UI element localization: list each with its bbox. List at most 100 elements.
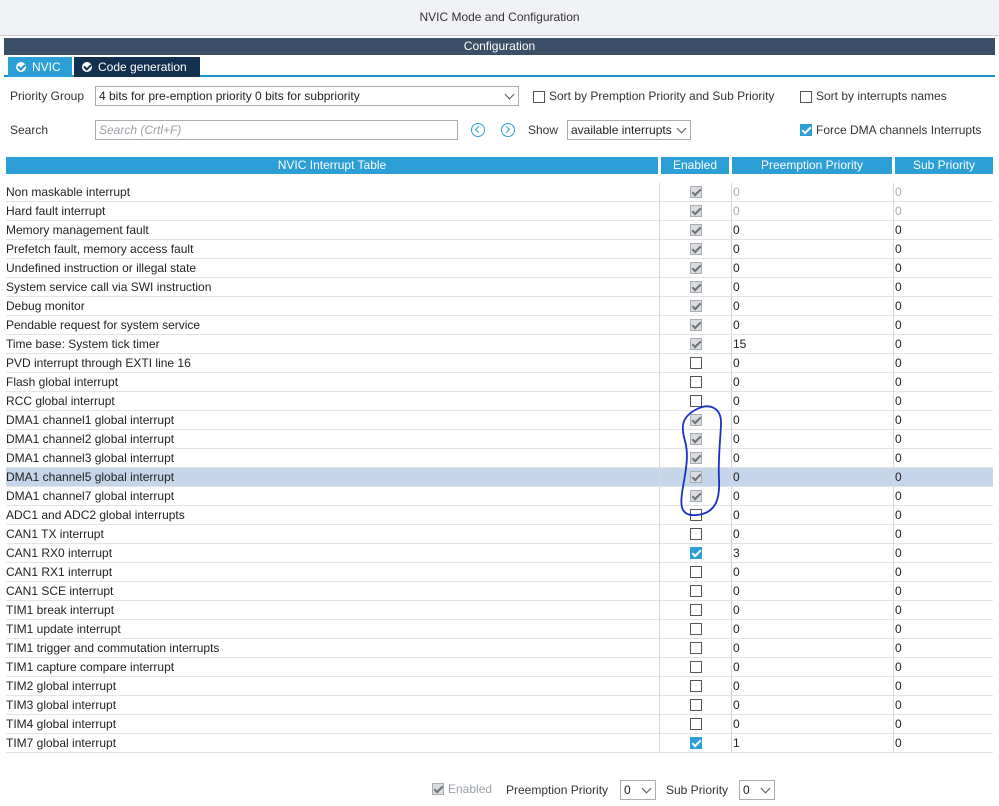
table-row[interactable]: Non maskable interrupt 0 0 — [6, 183, 993, 202]
preemption-priority-cell[interactable]: 0 — [731, 316, 893, 335]
sub-priority-cell[interactable]: 0 — [893, 677, 993, 696]
sub-priority-cell[interactable]: 0 — [893, 354, 993, 373]
enabled-checkbox[interactable] — [690, 566, 702, 578]
sub-priority-cell[interactable]: 0 — [893, 221, 993, 240]
sub-priority-cell[interactable]: 0 — [893, 696, 993, 715]
force-dma-checkbox[interactable] — [800, 124, 812, 136]
table-row[interactable]: TIM1 break interrupt 0 0 — [6, 601, 993, 620]
sort-preemption-checkbox[interactable] — [533, 91, 545, 103]
table-row[interactable]: CAN1 RX1 interrupt 0 0 — [6, 563, 993, 582]
column-header-sub-priority[interactable]: Sub Priority — [895, 157, 993, 174]
preemption-priority-cell[interactable]: 0 — [731, 677, 893, 696]
sub-priority-cell[interactable]: 0 — [893, 392, 993, 411]
table-row[interactable]: TIM4 global interrupt 0 0 — [6, 715, 993, 734]
enabled-checkbox[interactable] — [690, 547, 702, 559]
table-row[interactable]: PVD interrupt through EXTI line 16 0 0 — [6, 354, 993, 373]
column-header-enabled[interactable]: Enabled — [661, 157, 729, 174]
table-row[interactable]: DMA1 channel3 global interrupt 0 0 — [6, 449, 993, 468]
sub-priority-cell[interactable]: 0 — [893, 525, 993, 544]
enabled-checkbox[interactable] — [690, 661, 702, 673]
table-row[interactable]: Undefined instruction or illegal state 0 0 — [6, 259, 993, 278]
enabled-checkbox[interactable] — [690, 395, 702, 407]
preemption-priority-cell[interactable]: 0 — [731, 506, 893, 525]
preemption-priority-cell[interactable]: 0 — [731, 468, 893, 487]
sub-priority-cell[interactable]: 0 — [893, 373, 993, 392]
preemption-priority-cell[interactable]: 3 — [731, 544, 893, 563]
table-row[interactable]: CAN1 RX0 interrupt 3 0 — [6, 544, 993, 563]
preemption-priority-cell[interactable]: 0 — [731, 202, 893, 221]
table-row[interactable]: CAN1 TX interrupt 0 0 — [6, 525, 993, 544]
table-row[interactable]: CAN1 SCE interrupt 0 0 — [6, 582, 993, 601]
enabled-checkbox[interactable] — [690, 737, 702, 749]
enabled-checkbox[interactable] — [432, 783, 444, 795]
enabled-checkbox[interactable] — [690, 376, 702, 388]
table-row[interactable]: DMA1 channel2 global interrupt 0 0 — [6, 430, 993, 449]
sub-priority-cell[interactable]: 0 — [893, 468, 993, 487]
sub-priority-cell[interactable]: 0 — [893, 202, 993, 221]
preemption-priority-cell[interactable]: 0 — [731, 620, 893, 639]
preemption-priority-cell[interactable]: 0 — [731, 658, 893, 677]
table-row[interactable]: TIM1 update interrupt 0 0 — [6, 620, 993, 639]
enabled-checkbox[interactable] — [690, 718, 702, 730]
sub-priority-cell[interactable]: 0 — [893, 240, 993, 259]
table-row[interactable]: Prefetch fault, memory access fault 0 0 — [6, 240, 993, 259]
enabled-checkbox[interactable] — [690, 699, 702, 711]
sub-priority-cell[interactable]: 0 — [893, 449, 993, 468]
enabled-checkbox[interactable] — [690, 680, 702, 692]
enabled-checkbox[interactable] — [690, 585, 702, 597]
preemption-priority-cell[interactable]: 0 — [731, 487, 893, 506]
sub-priority-cell[interactable]: 0 — [893, 658, 993, 677]
column-header-preemption[interactable]: Preemption Priority — [732, 157, 892, 174]
preemption-priority-cell[interactable]: 15 — [731, 335, 893, 354]
sub-priority-cell[interactable]: 0 — [893, 544, 993, 563]
table-row[interactable]: TIM1 trigger and commutation interrupts 0… — [6, 639, 993, 658]
preemption-priority-cell[interactable]: 0 — [731, 297, 893, 316]
preemption-priority-cell[interactable]: 0 — [731, 183, 893, 202]
sub-priority-cell[interactable]: 0 — [893, 620, 993, 639]
priority-group-select[interactable]: 4 bits for pre-emption priority 0 bits f… — [95, 86, 519, 106]
table-row[interactable]: DMA1 channel5 global interrupt 0 0 — [6, 468, 993, 487]
table-row[interactable]: TIM1 capture compare interrupt 0 0 — [6, 658, 993, 677]
sub-priority-cell[interactable]: 0 — [893, 259, 993, 278]
preemption-priority-cell[interactable]: 0 — [731, 563, 893, 582]
sub-priority-cell[interactable]: 0 — [893, 335, 993, 354]
sub-priority-select[interactable]: 0 — [739, 780, 775, 800]
preemption-priority-select[interactable]: 0 — [620, 780, 656, 800]
preemption-priority-cell[interactable]: 0 — [731, 392, 893, 411]
preemption-priority-cell[interactable]: 0 — [731, 221, 893, 240]
enabled-checkbox[interactable] — [690, 357, 702, 369]
preemption-priority-cell[interactable]: 0 — [731, 696, 893, 715]
table-row[interactable]: Debug monitor 0 0 — [6, 297, 993, 316]
table-row[interactable]: Memory management fault 0 0 — [6, 221, 993, 240]
sub-priority-cell[interactable]: 0 — [893, 487, 993, 506]
table-row[interactable]: System service call via SWI instruction 0… — [6, 278, 993, 297]
table-row[interactable]: TIM3 global interrupt 0 0 — [6, 696, 993, 715]
sub-priority-cell[interactable]: 0 — [893, 582, 993, 601]
sub-priority-cell[interactable]: 0 — [893, 411, 993, 430]
sub-priority-cell[interactable]: 0 — [893, 601, 993, 620]
enabled-checkbox[interactable] — [690, 509, 702, 521]
show-select[interactable]: available interrupts — [567, 120, 691, 140]
table-row[interactable]: TIM2 global interrupt 0 0 — [6, 677, 993, 696]
sort-names-checkbox[interactable] — [800, 91, 812, 103]
sub-priority-cell[interactable]: 0 — [893, 430, 993, 449]
table-row[interactable]: Hard fault interrupt 0 0 — [6, 202, 993, 221]
search-next-icon[interactable] — [501, 123, 515, 137]
sub-priority-cell[interactable]: 0 — [893, 183, 993, 202]
table-row[interactable]: DMA1 channel7 global interrupt 0 0 — [6, 487, 993, 506]
sub-priority-cell[interactable]: 0 — [893, 639, 993, 658]
preemption-priority-cell[interactable]: 0 — [731, 278, 893, 297]
enabled-checkbox[interactable] — [690, 604, 702, 616]
table-row[interactable]: Pendable request for system service 0 0 — [6, 316, 993, 335]
preemption-priority-cell[interactable]: 0 — [731, 411, 893, 430]
preemption-priority-cell[interactable]: 0 — [731, 639, 893, 658]
sub-priority-cell[interactable]: 0 — [893, 316, 993, 335]
tab-code-generation[interactable]: Code generation — [74, 57, 200, 77]
preemption-priority-cell[interactable]: 0 — [731, 525, 893, 544]
preemption-priority-cell[interactable]: 0 — [731, 715, 893, 734]
enabled-checkbox[interactable] — [690, 623, 702, 635]
table-row[interactable]: Flash global interrupt 0 0 — [6, 373, 993, 392]
sub-priority-cell[interactable]: 0 — [893, 297, 993, 316]
preemption-priority-cell[interactable]: 0 — [731, 430, 893, 449]
sub-priority-cell[interactable]: 0 — [893, 715, 993, 734]
